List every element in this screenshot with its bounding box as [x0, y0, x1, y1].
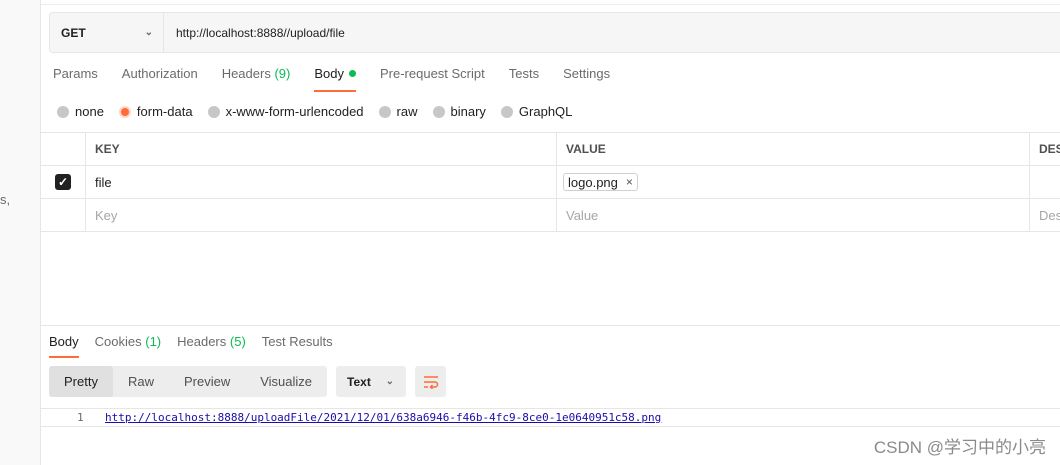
radio-raw[interactable]: raw	[378, 104, 418, 119]
radio-x-www-form-urlencoded[interactable]: x-www-form-urlencoded	[207, 104, 364, 119]
request-tabs: Params Authorization Headers (9) Body Pr…	[53, 66, 634, 92]
view-visualize-button[interactable]: Visualize	[245, 366, 327, 397]
description-field[interactable]	[1030, 166, 1060, 198]
wrap-lines-icon	[423, 375, 438, 389]
file-chip: logo.png ×	[563, 173, 638, 191]
row-checkbox-cell: ✓	[41, 166, 86, 198]
tab-body[interactable]: Body	[314, 66, 356, 92]
radio-circle	[57, 105, 69, 118]
top-divider	[41, 4, 1060, 5]
response-tab-cookies[interactable]: Cookies (1)	[95, 334, 161, 358]
response-body-editor[interactable]: 1 http://localhost:8888/uploadFile/2021/…	[41, 408, 1060, 427]
response-url-link[interactable]: http://localhost:8888/uploadFile/2021/12…	[105, 411, 661, 424]
response-tabs: Body Cookies (1) Headers (5) Test Result…	[49, 334, 349, 358]
response-tab-body[interactable]: Body	[49, 334, 79, 358]
tab-authorization[interactable]: Authorization	[122, 66, 198, 92]
value-placeholder[interactable]: Value	[557, 199, 1030, 231]
radio-form-data[interactable]: form-data	[118, 104, 193, 119]
tab-params[interactable]: Params	[53, 66, 98, 92]
radio-graphql[interactable]: GraphQL	[500, 104, 572, 119]
watermark: CSDN @学习中的小亮	[873, 438, 1046, 457]
method-label: GET	[61, 25, 86, 40]
file-name: logo.png	[568, 174, 618, 190]
radio-circle-selected	[118, 105, 131, 118]
tab-headers[interactable]: Headers (9)	[222, 66, 291, 92]
chevron-down-icon: ⌄	[385, 376, 395, 387]
check-icon: ✓	[57, 175, 69, 189]
sidebar-pane: s,	[0, 0, 41, 465]
headers-count: (9)	[274, 66, 291, 81]
view-preview-button[interactable]: Preview	[169, 366, 245, 397]
response-tab-headers[interactable]: Headers (5)	[177, 334, 246, 358]
body-type-radios: none form-data x-www-form-urlencoded raw…	[57, 104, 587, 119]
value-field[interactable]: logo.png ×	[557, 166, 1030, 198]
column-header-key: KEY	[86, 133, 557, 165]
row-enabled-checkbox[interactable]: ✓	[55, 174, 71, 190]
tab-pre-request-script[interactable]: Pre-request Script	[380, 66, 485, 92]
remove-file-icon[interactable]: ×	[626, 175, 633, 189]
format-label: Text	[347, 374, 371, 389]
table-row-new: Key Value Des	[41, 199, 1060, 232]
url-input[interactable]: http://localhost:8888//upload/file	[164, 13, 345, 52]
key-field[interactable]: file	[86, 166, 557, 198]
sidebar-text-fragment: s,	[0, 192, 11, 207]
radio-circle	[378, 105, 391, 118]
method-select[interactable]: GET ⌄	[50, 13, 164, 52]
header-checkbox-cell	[41, 133, 86, 165]
response-divider[interactable]	[41, 325, 1060, 326]
wrap-lines-button[interactable]	[415, 366, 447, 397]
cookies-count: (1)	[145, 334, 162, 349]
body-indicator-dot	[348, 70, 356, 77]
key-placeholder[interactable]: Key	[86, 199, 557, 231]
table-header-row: KEY VALUE DES	[41, 133, 1060, 166]
request-editor: GET ⌄ http://localhost:8888//upload/file…	[41, 0, 1060, 465]
column-header-value: VALUE	[557, 133, 1030, 165]
tab-settings[interactable]: Settings	[563, 66, 610, 92]
view-pretty-button[interactable]: Pretty	[49, 366, 113, 397]
format-select[interactable]: Text ⌄	[336, 366, 407, 397]
line-number: 1	[77, 411, 84, 424]
view-mode-group: Pretty Raw Preview Visualize	[49, 366, 328, 397]
form-data-table: KEY VALUE DES ✓ file logo.png × Key Valu…	[41, 132, 1060, 232]
response-headers-count: (5)	[229, 334, 246, 349]
radio-binary[interactable]: binary	[432, 104, 486, 119]
url-bar: GET ⌄ http://localhost:8888//upload/file	[49, 12, 1060, 53]
radio-none[interactable]: none	[57, 104, 104, 119]
radio-circle	[207, 105, 220, 118]
radio-circle	[500, 105, 513, 118]
column-header-description: DES	[1039, 142, 1060, 156]
row-checkbox-cell	[41, 199, 86, 231]
view-raw-button[interactable]: Raw	[113, 366, 169, 397]
table-row: ✓ file logo.png ×	[41, 166, 1060, 199]
response-tab-test-results[interactable]: Test Results	[262, 334, 333, 358]
chevron-down-icon: ⌄	[144, 27, 153, 38]
description-placeholder[interactable]: Des	[1030, 199, 1060, 231]
radio-circle	[432, 105, 445, 118]
response-view-bar: Pretty Raw Preview Visualize Text ⌄	[49, 366, 447, 397]
tab-tests[interactable]: Tests	[509, 66, 539, 92]
